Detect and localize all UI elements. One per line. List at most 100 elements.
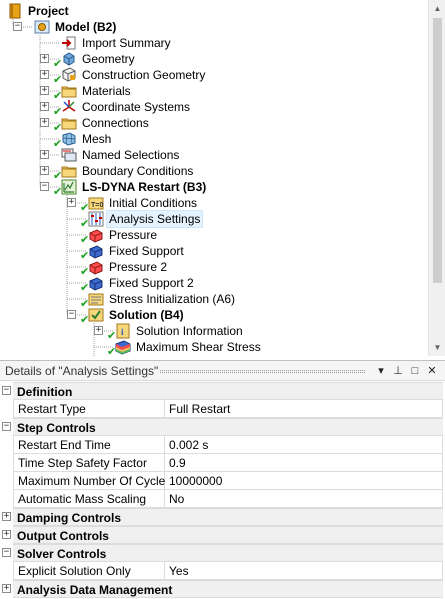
tree-node-label[interactable]: LS-DYNA Restart (B3) — [82, 179, 206, 195]
tree-node-fixed-support[interactable]: ✔ Fixed Support — [0, 243, 420, 262]
expand-icon[interactable]: + — [40, 54, 49, 63]
collapse-icon[interactable]: − — [2, 386, 11, 395]
tree-node-label[interactable]: Model (B2) — [55, 19, 116, 35]
section-header[interactable]: Step Controls — [13, 418, 443, 436]
expand-icon[interactable]: + — [2, 530, 11, 539]
collapse-icon[interactable]: − — [40, 182, 49, 191]
tree-node-label[interactable]: Fixed Support — [109, 243, 184, 259]
scroll-up-arrow-icon[interactable]: ▲ — [429, 0, 445, 17]
property-value[interactable]: No — [169, 492, 184, 506]
tree-node-boundary-conditions[interactable]: + ✔ Boundary Conditions — [0, 163, 420, 182]
property-restart-type[interactable]: Restart Type Full Restart — [0, 400, 445, 418]
section-header[interactable]: Damping Controls — [13, 508, 443, 526]
section-definition[interactable]: − Definition — [0, 382, 445, 400]
tree-node-initial-conditions[interactable]: + T=0 ✔ Initial Conditions — [0, 195, 420, 214]
tree-node-label[interactable]: Boundary Conditions — [82, 163, 193, 179]
tree-node-solution[interactable]: − ✔ Solution (B4) — [0, 307, 420, 326]
section-output-controls[interactable]: + Output Controls — [0, 526, 445, 544]
tree-node-import-summary[interactable]: Import Summary — [0, 35, 420, 51]
section-analysis-data-management[interactable]: + Analysis Data Management — [0, 580, 445, 598]
property-value-cell[interactable]: Yes — [165, 562, 443, 580]
tree-node-solution-information[interactable]: + i ✔ Solution Information — [0, 323, 420, 342]
tree-node-label[interactable]: Mesh — [82, 131, 111, 147]
section-header[interactable]: Solver Controls — [13, 544, 443, 562]
float-window-icon[interactable]: □ — [408, 363, 422, 379]
expand-icon[interactable]: + — [40, 118, 49, 127]
property-restart-end-time[interactable]: Restart End Time 0.002 s — [0, 436, 445, 454]
tree-node-pressure-2[interactable]: ✔ Pressure 2 — [0, 259, 420, 278]
scroll-down-arrow-icon[interactable]: ▼ — [429, 339, 445, 356]
property-value-cell[interactable]: No — [165, 490, 443, 508]
section-solver-controls[interactable]: − Solver Controls — [0, 544, 445, 562]
tree-node-fixed-support-2[interactable]: ✔ Fixed Support 2 — [0, 275, 420, 294]
tree-node-label[interactable]: Connections — [82, 115, 149, 131]
collapse-icon[interactable]: − — [2, 548, 11, 557]
expand-icon[interactable]: + — [40, 102, 49, 111]
header-grip[interactable] — [160, 370, 365, 373]
property-time-step-safety-factor[interactable]: Time Step Safety Factor 0.9 — [0, 454, 445, 472]
tree-node-label[interactable]: Analysis Settings — [105, 210, 204, 228]
expand-icon[interactable]: + — [40, 70, 49, 79]
property-value-cell[interactable]: Full Restart — [165, 400, 443, 418]
property-value[interactable]: 0.002 s — [169, 438, 208, 452]
section-header[interactable]: Definition — [13, 382, 443, 400]
tree-node-named-selections[interactable]: + Named Selections — [0, 147, 420, 163]
tree-node-label[interactable]: Materials — [82, 83, 131, 99]
tree-node-connections[interactable]: + ✔ Connections — [0, 115, 420, 134]
tree-node-label[interactable]: Geometry — [82, 51, 135, 67]
tree-node-label[interactable]: Maximum Shear Stress — [136, 339, 261, 355]
property-value-cell[interactable]: 0.002 s — [165, 436, 443, 454]
collapse-icon[interactable]: − — [2, 422, 11, 431]
tree-node-label[interactable]: Initial Conditions — [109, 195, 197, 211]
panel-dropdown-icon[interactable]: ▾ — [374, 363, 388, 379]
tree-node-analysis-settings[interactable]: ✔ Analysis Settings — [0, 210, 420, 230]
expand-icon[interactable]: + — [94, 326, 103, 335]
tree-node-coordinate-systems[interactable]: + ✔ Coordinate Systems — [0, 99, 420, 118]
tree-node-label[interactable]: Stress Initialization (A6) — [109, 291, 235, 307]
property-value[interactable]: 10000000 — [169, 474, 222, 488]
expand-icon[interactable]: + — [2, 584, 11, 593]
section-step-controls[interactable]: − Step Controls — [0, 418, 445, 436]
tree-node-label[interactable]: Named Selections — [82, 147, 179, 163]
tree-node-label[interactable]: Pressure 2 — [109, 259, 167, 275]
property-value-cell[interactable]: 0.9 — [165, 454, 443, 472]
tree-node-label[interactable]: Pressure — [109, 227, 157, 243]
tree-node-ls-dyna-restart[interactable]: − ✔ LS-DYNA Restart (B3) — [0, 179, 420, 198]
property-automatic-mass-scaling[interactable]: Automatic Mass Scaling No — [0, 490, 445, 508]
tree-node-mesh[interactable]: ✔ Mesh — [0, 131, 420, 150]
tree-node-label[interactable]: Construction Geometry — [82, 67, 205, 83]
expand-icon[interactable]: + — [2, 512, 11, 521]
tree-node-project[interactable]: Project — [0, 3, 420, 19]
section-header[interactable]: Analysis Data Management — [13, 580, 443, 598]
scrollbar-thumb[interactable] — [433, 18, 442, 283]
tree-node-stress-initialization[interactable]: ✔ Stress Initialization (A6) — [0, 291, 420, 310]
tree-node-label[interactable]: Coordinate Systems — [82, 99, 190, 115]
collapse-icon[interactable]: − — [67, 310, 76, 319]
tree-node-label[interactable]: Solution (B4) — [109, 307, 184, 323]
section-header[interactable]: Output Controls — [13, 526, 443, 544]
property-maximum-number-of-cycles[interactable]: Maximum Number Of Cycles 10000000 — [0, 472, 445, 490]
tree-vertical-scrollbar[interactable]: ▲ ▼ — [428, 0, 445, 356]
tree-node-label[interactable]: Project — [28, 3, 69, 19]
expand-icon[interactable]: + — [40, 166, 49, 175]
tree-node-label[interactable]: Solution Information — [136, 323, 243, 339]
section-damping-controls[interactable]: + Damping Controls — [0, 508, 445, 526]
property-value[interactable]: Yes — [169, 564, 189, 578]
close-icon[interactable]: ✕ — [425, 363, 439, 379]
tree-node-label[interactable]: Import Summary — [82, 35, 171, 51]
property-value-cell[interactable]: 10000000 — [165, 472, 443, 490]
tree-node-construction-geometry[interactable]: + ✔ Construction Geometry — [0, 67, 420, 86]
tree-node-pressure[interactable]: ✔ Pressure — [0, 227, 420, 246]
tree-node-geometry[interactable]: + ✔ Geometry — [0, 51, 420, 70]
outline-tree[interactable]: Project − Model (B2) Import Summary + ✔ Geomet… — [0, 0, 445, 356]
pin-icon[interactable]: ⊥ — [391, 363, 405, 379]
expand-icon[interactable]: + — [67, 198, 76, 207]
expand-icon[interactable]: + — [40, 150, 49, 159]
property-value[interactable]: Full Restart — [169, 402, 230, 416]
tree-node-maximum-shear-stress[interactable]: ✔ Maximum Shear Stress — [0, 339, 420, 356]
expand-icon[interactable]: + — [40, 86, 49, 95]
collapse-icon[interactable]: − — [13, 22, 22, 31]
tree-node-label[interactable]: Fixed Support 2 — [109, 275, 194, 291]
tree-node-materials[interactable]: + ✔ Materials — [0, 83, 420, 102]
property-explicit-solution-only[interactable]: Explicit Solution Only Yes — [0, 562, 445, 580]
